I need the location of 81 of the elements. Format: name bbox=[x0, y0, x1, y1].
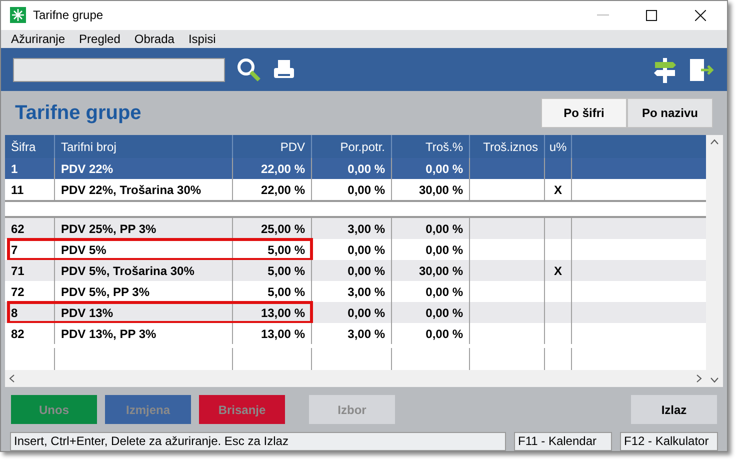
table-cell-text: PDV 22% bbox=[61, 160, 114, 178]
table-cell-text: 0,00 % bbox=[348, 242, 385, 259]
menu-item[interactable]: Ažuriranje bbox=[11, 30, 66, 48]
table-cell-text: PDV 25%, PP 3% bbox=[61, 220, 156, 238]
table-cell-text: PDV 5%, Trošarina 30% bbox=[61, 262, 194, 280]
table-cell-text: 30,00 % bbox=[418, 182, 463, 199]
status-field: Insert, Ctrl+Enter, Delete za ažuriranje. Esc za Izlaz bbox=[10, 432, 506, 451]
table-cell-text: X bbox=[554, 182, 562, 199]
table-cell-text: 13,00 % bbox=[260, 304, 305, 322]
close-icon[interactable] bbox=[695, 10, 706, 21]
table-row[interactable]: 8 PDV 13% 13,00 % 0,00 % 0,00 % bbox=[5, 302, 706, 324]
search-icon[interactable] bbox=[237, 58, 261, 82]
scroll-right-icon[interactable] bbox=[696, 374, 702, 384]
table-cell-text: 13,00 % bbox=[260, 326, 305, 343]
menu-item[interactable]: Pregled bbox=[79, 30, 120, 48]
column-header[interactable]: Tarifni broj bbox=[61, 138, 116, 156]
printer-icon[interactable] bbox=[273, 58, 295, 81]
table-row[interactable]: 7 PDV 5% 5,00 % 0,00 % 0,00 % bbox=[5, 239, 706, 260]
table-cell-text: 5,00 % bbox=[268, 242, 305, 259]
vertical-scrollbar[interactable] bbox=[706, 135, 723, 388]
table-cell-text: 0,00 % bbox=[348, 160, 385, 178]
table-cell-text: 22,00 % bbox=[260, 182, 305, 199]
table-row[interactable]: 71 PDV 5%, Trošarina 30% 5,00 % 0,00 % 30,00 % X bbox=[5, 260, 706, 282]
signpost-icon[interactable] bbox=[653, 56, 677, 83]
page-heading: Tarifne grupe bbox=[15, 101, 142, 126]
table-cell-text: PDV 22%, Trošarina 30% bbox=[61, 182, 202, 199]
table-cell-text: X bbox=[554, 262, 562, 280]
app-icon bbox=[10, 7, 26, 24]
table-row[interactable]: 1 PDV 22% 22,00 % 0,00 % 0,00 % bbox=[5, 158, 706, 180]
column-header[interactable]: Šifra bbox=[11, 138, 36, 156]
scroll-left-icon[interactable] bbox=[9, 374, 15, 384]
table-cell-text: 5,00 % bbox=[268, 262, 305, 280]
sort-tab[interactable]: Po šifri bbox=[541, 98, 627, 128]
column-header[interactable]: Troš.% bbox=[425, 138, 463, 156]
table-cell-text: 0,00 % bbox=[426, 284, 463, 301]
table-cell-text: 0,00 % bbox=[426, 220, 463, 238]
table-cell-text: PDV 13%, PP 3% bbox=[61, 326, 156, 343]
table-cell-text: 62 bbox=[11, 220, 24, 238]
table-cell-text: 0,00 % bbox=[426, 160, 463, 178]
status-field: F11 - Kalendar bbox=[514, 432, 612, 451]
table-cell-text: PDV 5% bbox=[61, 242, 106, 259]
exit-icon[interactable] bbox=[689, 58, 715, 82]
menu-item[interactable]: Ispisi bbox=[188, 30, 216, 48]
action-button[interactable]: Izlaz bbox=[631, 395, 717, 424]
table-row[interactable]: 72 PDV 5%, PP 3% 5,00 % 3,00 % 0,00 % bbox=[5, 281, 706, 302]
table-cell-text: 82 bbox=[11, 326, 24, 343]
table-cell-text: 72 bbox=[11, 284, 24, 301]
window-title: Tarifne grupe bbox=[33, 7, 104, 24]
table-cell-text: 0,00 % bbox=[426, 326, 463, 343]
menu-item[interactable]: Obrada bbox=[134, 30, 174, 48]
table-cell-text: 0,00 % bbox=[426, 304, 463, 322]
table-cell-text: 5,00 % bbox=[268, 284, 305, 301]
table-cell-text: 11 bbox=[11, 182, 24, 199]
maximize-icon[interactable] bbox=[646, 10, 657, 21]
column-header[interactable]: u% bbox=[549, 138, 567, 156]
table-cell-text: 3,00 % bbox=[348, 326, 385, 343]
horizontal-scrollbar[interactable] bbox=[5, 370, 706, 388]
table-cell-text: 1 bbox=[11, 160, 18, 178]
scroll-down-icon[interactable] bbox=[710, 377, 720, 384]
table-cell-text: 7 bbox=[11, 242, 18, 259]
column-header[interactable]: PDV bbox=[280, 138, 305, 156]
table-cell-text: 30,00 % bbox=[418, 262, 463, 280]
table-cell-text: 22,00 % bbox=[260, 160, 305, 178]
table-cell-text: 0,00 % bbox=[348, 262, 385, 280]
scroll-up-icon[interactable] bbox=[710, 139, 720, 146]
table-row[interactable]: 62 PDV 25%, PP 3% 25,00 % 3,00 % 0,00 % bbox=[5, 218, 706, 240]
table-cell-text: 0,00 % bbox=[348, 304, 385, 322]
column-header[interactable]: Por.potr. bbox=[340, 138, 385, 156]
table-cell-text: PDV 5%, PP 3% bbox=[61, 284, 150, 301]
search-field[interactable] bbox=[13, 58, 225, 82]
table-cell-text: 3,00 % bbox=[348, 284, 385, 301]
table-cell-text: 25,00 % bbox=[260, 220, 305, 238]
table-cell-text: PDV 13% bbox=[61, 304, 114, 322]
table-cell-text: 0,00 % bbox=[426, 242, 463, 259]
table-cell-text: 3,00 % bbox=[348, 220, 385, 238]
status-field: F12 - Kalkulator bbox=[620, 432, 718, 451]
table-cell-text: 0,00 % bbox=[348, 182, 385, 199]
table-cell-text: 8 bbox=[11, 304, 18, 322]
table-cell-text: 71 bbox=[11, 262, 24, 280]
column-header[interactable]: Troš.iznos bbox=[483, 138, 538, 156]
sort-tab[interactable]: Po nazivu bbox=[627, 98, 713, 128]
